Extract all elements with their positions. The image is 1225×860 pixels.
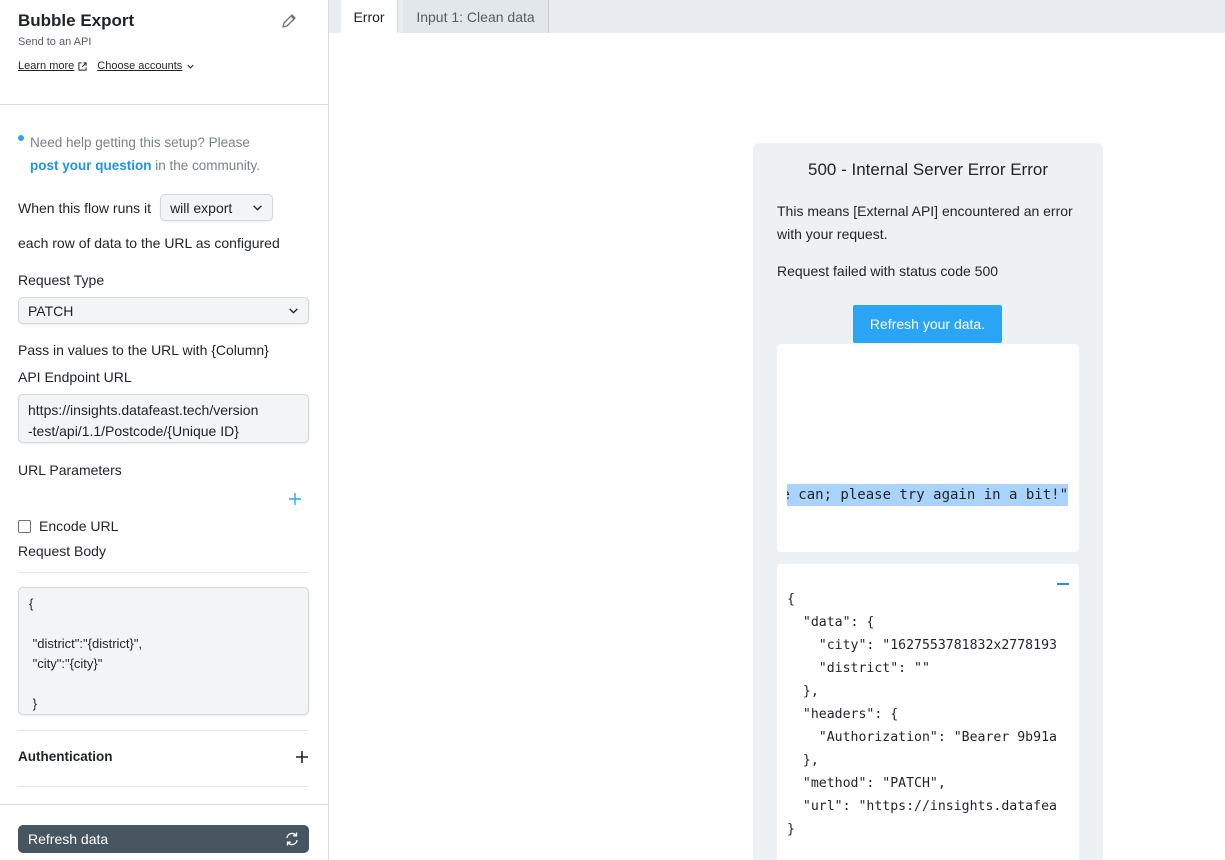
chevron-down-icon <box>289 308 298 314</box>
help-note: Need help getting this setup? Please pos… <box>18 131 308 177</box>
flow-mode-select[interactable]: will export <box>160 194 274 221</box>
auth-divider-bottom <box>18 786 308 787</box>
endpoint-line-1: https://insights.datafeast.tech/version <box>28 402 259 418</box>
request-type-label: Request Type <box>18 272 105 288</box>
header-links: Learn more Choose accounts <box>18 60 310 72</box>
endpoint-url-input[interactable]: https://insights.datafeast.tech/version … <box>18 394 309 443</box>
step-title: Bubble Export <box>18 11 135 30</box>
error-response-panel[interactable]: e can; please try again in a bit!" <box>777 344 1079 552</box>
request-type-value: PATCH <box>28 302 74 319</box>
flow-mode-row: When this flow runs it will export <box>18 194 274 221</box>
chevron-down-icon <box>187 64 194 69</box>
url-params-label: URL Parameters <box>18 462 122 478</box>
help-text: Need help getting this setup? Please <box>30 135 250 150</box>
learn-more-label: Learn more <box>18 60 75 72</box>
tab-input-clean-data[interactable]: Input 1: Clean data <box>403 0 549 33</box>
request-json-panel: { "data": { "city": "1627553781832x27781… <box>777 564 1079 860</box>
encode-url-label: Encode URL <box>39 518 119 534</box>
response-message: e can; please try again in a bit!" <box>787 487 1068 503</box>
endpoint-label: API Endpoint URL <box>18 369 132 385</box>
pass-values-hint: Pass in values to the URL with {Column} <box>18 342 269 358</box>
request-json: { "data": { "city": "1627553781832x27781… <box>787 592 1057 837</box>
endpoint-line-2: -test/api/1.1/Postcode/{Unique ID} <box>28 423 239 439</box>
refresh-your-data-button[interactable]: Refresh your data. <box>853 305 1002 343</box>
sidebar-header: Bubble Export Send to an API Learn more … <box>0 0 328 105</box>
plus-icon[interactable] <box>295 750 309 764</box>
request-body-label: Request Body <box>18 543 106 559</box>
sidebar: Bubble Export Send to an API Learn more … <box>0 0 329 860</box>
flow-mode-value: will export <box>170 199 233 216</box>
help-suffix: in the community. <box>151 158 261 173</box>
external-link-icon <box>78 61 87 71</box>
refresh-icon <box>286 832 298 846</box>
add-url-param-icon[interactable] <box>287 491 303 507</box>
encode-url-row: Encode URL <box>18 518 118 534</box>
selected-response-text[interactable]: e can; please try again in a bit!" <box>787 484 1068 506</box>
refresh-data-button[interactable]: Refresh data <box>18 825 309 853</box>
auth-divider-top <box>18 730 308 731</box>
community-link[interactable]: post your question <box>30 158 152 173</box>
encode-url-checkbox[interactable] <box>18 519 31 533</box>
step-subtitle: Send to an API <box>18 36 92 48</box>
footer-divider <box>0 804 328 805</box>
tab-bar: Error Input 1: Clean data <box>329 0 1225 33</box>
error-title: 500 - Internal Server Error Error <box>808 160 1048 179</box>
error-description: This means [External API] encountered an… <box>777 203 1073 242</box>
pencil-icon[interactable] <box>280 12 298 30</box>
info-dot-icon <box>18 135 24 142</box>
minus-icon[interactable] <box>1057 583 1069 585</box>
flow-suffix: each row of data to the URL as configure… <box>18 235 280 251</box>
chevron-down-icon <box>253 205 262 211</box>
choose-accounts-label: Choose accounts <box>97 60 183 72</box>
authentication-label: Authentication <box>18 749 113 764</box>
body-divider <box>18 572 308 573</box>
request-body-editor[interactable]: { "district":"{district}", "city":"{city… <box>18 587 309 715</box>
choose-accounts-link[interactable]: Choose accounts <box>97 60 195 72</box>
flow-prefix: When this flow runs it <box>18 199 152 216</box>
refresh-data-label: Refresh data <box>28 831 109 847</box>
tab-error[interactable]: Error <box>341 0 398 33</box>
error-card: 500 - Internal Server Error Error This m… <box>753 143 1103 860</box>
error-status: Request failed with status code 500 <box>777 263 999 279</box>
learn-more-link[interactable]: Learn more <box>18 60 87 72</box>
request-type-select[interactable]: PATCH <box>18 297 309 324</box>
authentication-section[interactable]: Authentication <box>18 749 309 764</box>
